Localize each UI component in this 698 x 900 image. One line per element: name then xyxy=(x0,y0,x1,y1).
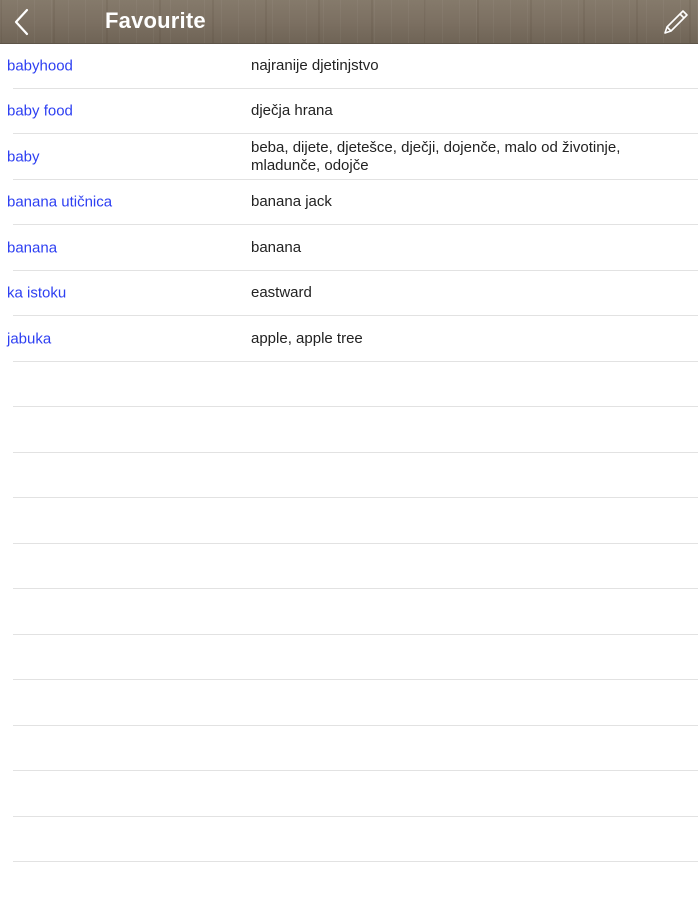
page-title: Favourite xyxy=(105,8,206,33)
entry-word: baby xyxy=(7,148,40,166)
list-item[interactable]: banana utičnica banana jack xyxy=(0,180,698,226)
empty-row xyxy=(0,362,698,408)
entry-translation: dječja hrana xyxy=(251,102,333,120)
entry-translation: banana xyxy=(251,238,302,256)
empty-row xyxy=(0,635,698,681)
list-item[interactable]: babyhood najranije djetinjstvo xyxy=(0,43,698,89)
entry-translation: apple, apple tree xyxy=(251,329,363,347)
list-item[interactable]: banana banana xyxy=(0,225,698,271)
empty-row xyxy=(0,726,698,772)
edit-button[interactable] xyxy=(662,8,690,36)
entry-translation: beba, dijete, djetešce, dječji, dojenče,… xyxy=(251,138,621,174)
empty-row xyxy=(0,407,698,453)
list-item[interactable]: baby beba, dijete, djetešce, dječji, doj… xyxy=(0,134,698,180)
back-button[interactable] xyxy=(10,6,38,38)
entry-word: ka istoku xyxy=(7,284,67,302)
entry-translation: eastward xyxy=(251,284,312,302)
navigation-bar: Favourite xyxy=(0,0,698,44)
entry-word: babyhood xyxy=(7,57,73,75)
entry-translation: najranije djetinjstvo xyxy=(251,56,379,74)
pencil-icon xyxy=(664,10,688,34)
list-item[interactable]: ka istoku eastward xyxy=(0,271,698,317)
empty-row xyxy=(0,589,698,635)
empty-row xyxy=(0,771,698,817)
entry-word: banana xyxy=(7,239,58,257)
entry-word: banana utičnica xyxy=(7,193,113,211)
list-item[interactable]: jabuka apple, apple tree xyxy=(0,316,698,362)
list-item[interactable]: baby food dječja hrana xyxy=(0,89,698,135)
entry-word: jabuka xyxy=(7,330,52,348)
empty-row xyxy=(0,453,698,499)
empty-row xyxy=(0,817,698,863)
empty-row xyxy=(0,680,698,726)
empty-row xyxy=(0,544,698,590)
entry-translation: banana jack xyxy=(251,193,332,211)
empty-row xyxy=(0,498,698,544)
chevron-left-icon xyxy=(14,8,29,36)
favourites-list: babyhood najranije djetinjstvo baby food… xyxy=(0,43,698,862)
entry-word: baby food xyxy=(7,102,73,120)
